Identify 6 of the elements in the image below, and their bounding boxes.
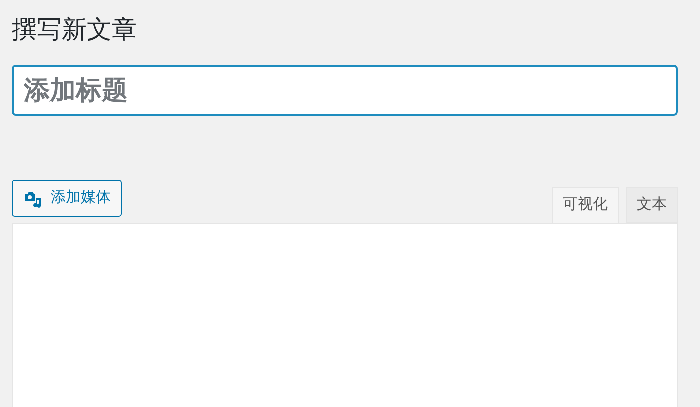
page-title: 撰写新文章: [12, 15, 137, 46]
editor-area[interactable]: [12, 223, 678, 407]
editor-tab[interactable]: 可视化: [552, 187, 619, 223]
add-media-button[interactable]: 添加媒体: [12, 180, 122, 217]
title-field[interactable]: 添加标题: [12, 65, 678, 116]
editor-tab[interactable]: 文本: [626, 187, 678, 223]
